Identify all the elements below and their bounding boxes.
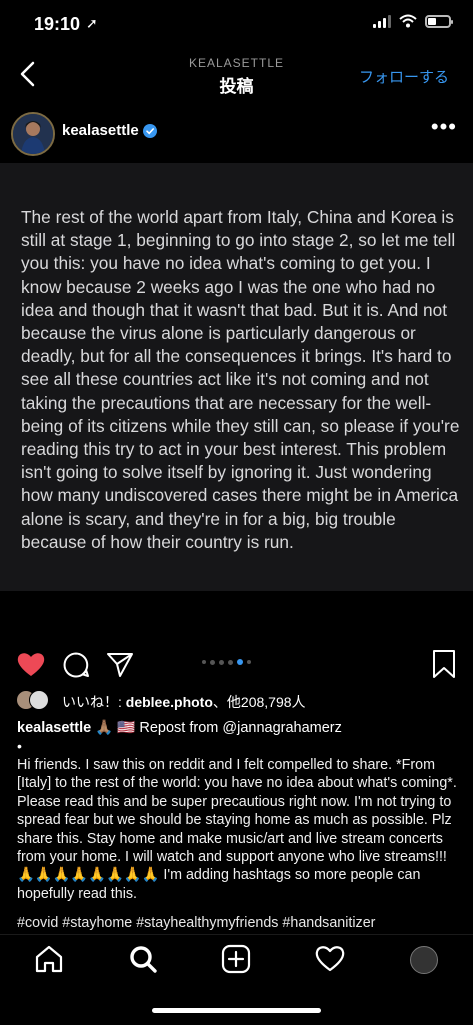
paper-plane-icon[interactable] [106, 650, 134, 678]
wifi-icon [399, 14, 417, 28]
caption-emoji: 🙏🏽 🇺🇸 [91, 720, 140, 736]
likes-prefix: いいね！: [62, 694, 126, 710]
caption-body: Hi friends. I saw this on reddit and I f… [17, 757, 457, 902]
carousel-indicator [202, 659, 251, 665]
comment-icon[interactable] [62, 651, 90, 679]
avatar[interactable] [11, 112, 55, 156]
location-arrow-icon: ➚ [86, 15, 98, 31]
home-indicator [152, 1008, 321, 1013]
battery-icon [425, 14, 453, 28]
home-icon[interactable] [34, 944, 64, 974]
post-image-text: The rest of the world apart from Italy, … [21, 207, 460, 552]
follow-button[interactable]: フォローする [359, 66, 449, 87]
caption-repost: Repost from @jannagrahamerz [139, 720, 342, 736]
search-icon[interactable] [128, 944, 158, 974]
caption-header: kealasettle 🙏🏽 🇺🇸 Repost from @jannagrah… [17, 719, 342, 736]
status-time: 19:10 [34, 14, 81, 34]
liker-username[interactable]: deblee.photo [126, 694, 213, 710]
caption-username[interactable]: kealasettle [17, 720, 91, 736]
status-icons [373, 14, 453, 28]
verified-badge-icon [143, 124, 157, 138]
profile-avatar-icon[interactable] [410, 946, 438, 974]
more-horizontal-icon[interactable]: ••• [431, 116, 457, 138]
avatar-image [13, 114, 53, 154]
post-username[interactable]: kealasettle [62, 122, 139, 139]
heart-outline-icon[interactable] [315, 944, 345, 974]
liker-avatars[interactable] [16, 690, 56, 710]
bookmark-icon[interactable] [431, 649, 457, 679]
likes-count[interactable]: いいね！: deblee.photo、他208,798人 [62, 692, 306, 712]
heart-icon[interactable] [16, 650, 46, 678]
caption-bullet: • [17, 738, 22, 754]
plus-square-icon[interactable] [221, 944, 251, 974]
cellular-signal-icon [373, 14, 391, 28]
caption-hashtags[interactable]: #covid #stayhome #stayhealthymyfriends #… [17, 915, 462, 931]
likes-suffix: 、他208,798人 [212, 694, 306, 710]
